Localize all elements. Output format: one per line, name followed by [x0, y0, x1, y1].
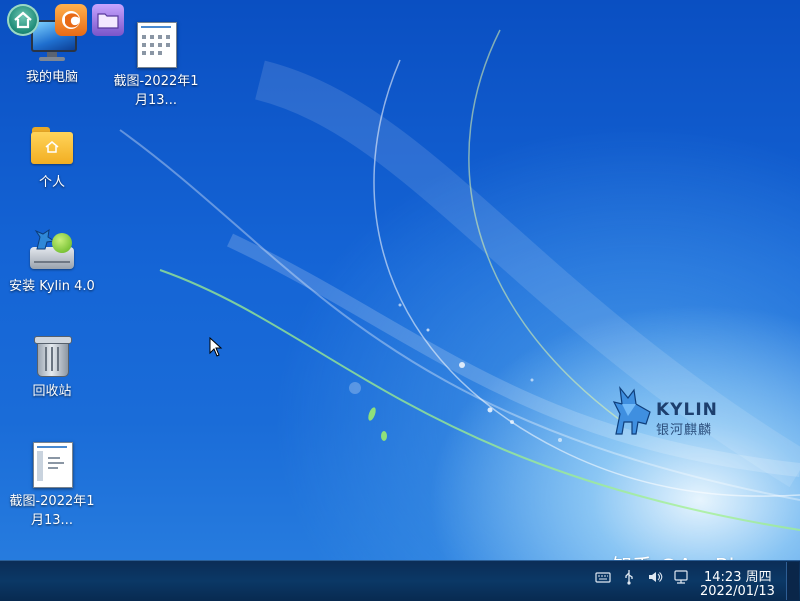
desktop-icon-install-kylin[interactable]: 安装 Kylin 4.0 — [4, 225, 100, 296]
image-file-icon — [132, 20, 180, 68]
desktop-icon-label: 我的电脑 — [25, 70, 78, 85]
mouse-cursor-icon — [209, 337, 223, 357]
desktop-icon-label: 个人 — [38, 175, 65, 190]
start-menu-button[interactable] — [7, 4, 39, 36]
network-icon[interactable] — [673, 569, 689, 585]
installer-icon — [28, 225, 76, 273]
show-desktop-button[interactable] — [786, 562, 799, 600]
file-manager-icon — [97, 13, 119, 29]
wallpaper-logo-subtitle: 银河麒麟 — [656, 423, 713, 438]
desktop-icon-label: 安装 Kylin 4.0 — [9, 279, 95, 294]
desktop-icon-label: 截图-2022年1月13... — [113, 74, 199, 108]
desktop-icon-home-folder[interactable]: 个人 — [4, 121, 100, 192]
usb-icon[interactable] — [621, 569, 637, 585]
keyboard-icon[interactable] — [595, 569, 611, 585]
image-file-icon — [28, 440, 76, 488]
clock-date[interactable]: 2022/01/13 — [700, 584, 775, 599]
desktop-icon-screenshot-2[interactable]: 截图-2022年1月13... — [4, 440, 100, 530]
volume-icon[interactable] — [647, 569, 663, 585]
clock-time[interactable]: 14:23 周四 — [704, 566, 772, 585]
browser-icon — [62, 11, 80, 29]
wallpaper-logo-title: KYLIN — [656, 400, 718, 420]
file-manager-launcher-button[interactable] — [92, 4, 124, 36]
home-folder-icon — [28, 121, 76, 169]
browser-launcher-button[interactable] — [55, 4, 87, 36]
home-icon — [14, 11, 32, 29]
desktop-icon-label: 截图-2022年1月13... — [9, 494, 95, 528]
desktop-icon-label: 回收站 — [32, 384, 72, 399]
desktop-icon-trash[interactable]: 回收站 — [4, 330, 100, 401]
trash-icon — [28, 330, 76, 378]
